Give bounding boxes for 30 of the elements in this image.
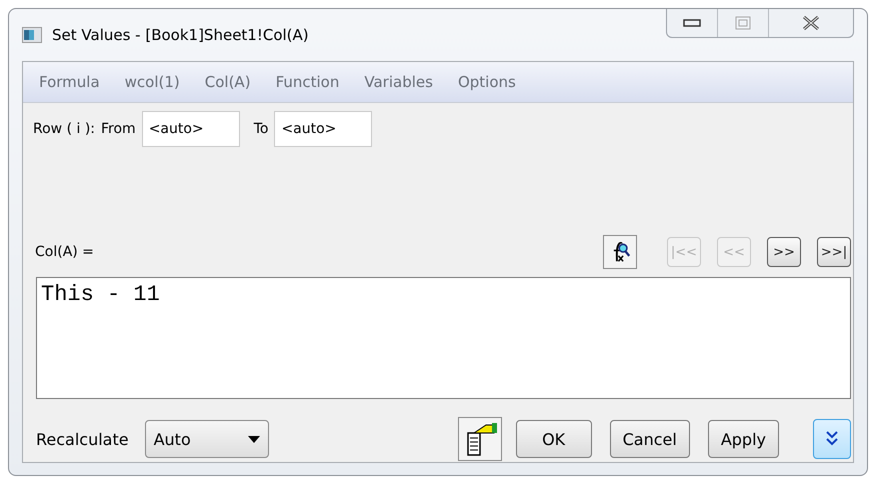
navigation-button[interactable]: >> — [767, 237, 801, 267]
dialog-button[interactable]: Cancel — [610, 420, 690, 458]
recalculate-dropdown[interactable]: Auto — [144, 420, 269, 458]
to-field[interactable]: <auto> — [274, 111, 372, 147]
menu-item[interactable]: Options — [458, 73, 528, 91]
from-field[interactable]: <auto> — [142, 111, 240, 147]
menu-item[interactable]: wcol(1) — [124, 73, 192, 91]
menu-item[interactable]: Function — [276, 73, 352, 91]
minimize-icon — [683, 19, 701, 27]
window-icon — [22, 27, 42, 43]
formula-editor[interactable]: This - 11 — [36, 277, 851, 399]
window-title: Set Values - [Book1]Sheet1!Col(A) — [52, 26, 310, 44]
maximize-icon — [735, 16, 751, 30]
dialog-button[interactable]: OK — [516, 420, 592, 458]
from-label: From — [101, 121, 136, 137]
expand-button[interactable] — [813, 419, 851, 459]
menu-item[interactable]: Col(A) — [204, 73, 263, 91]
row-label: Row ( i ): — [33, 121, 95, 137]
dropdown-arrow-icon — [248, 436, 260, 442]
close-icon — [801, 15, 821, 31]
function-search-button[interactable] — [603, 235, 637, 269]
dialog-button[interactable]: Apply — [708, 420, 779, 458]
double-chevron-down-icon — [825, 430, 839, 448]
menu-item[interactable]: Variables — [364, 73, 445, 91]
formula-label: Col(A) = — [35, 244, 95, 260]
navigation-button[interactable]: >>| — [817, 237, 851, 267]
menu-item[interactable]: Formula — [39, 73, 112, 91]
recalculate-label: Recalculate — [36, 430, 129, 448]
to-label: To — [254, 121, 268, 137]
script-tool-button[interactable] — [458, 417, 502, 461]
